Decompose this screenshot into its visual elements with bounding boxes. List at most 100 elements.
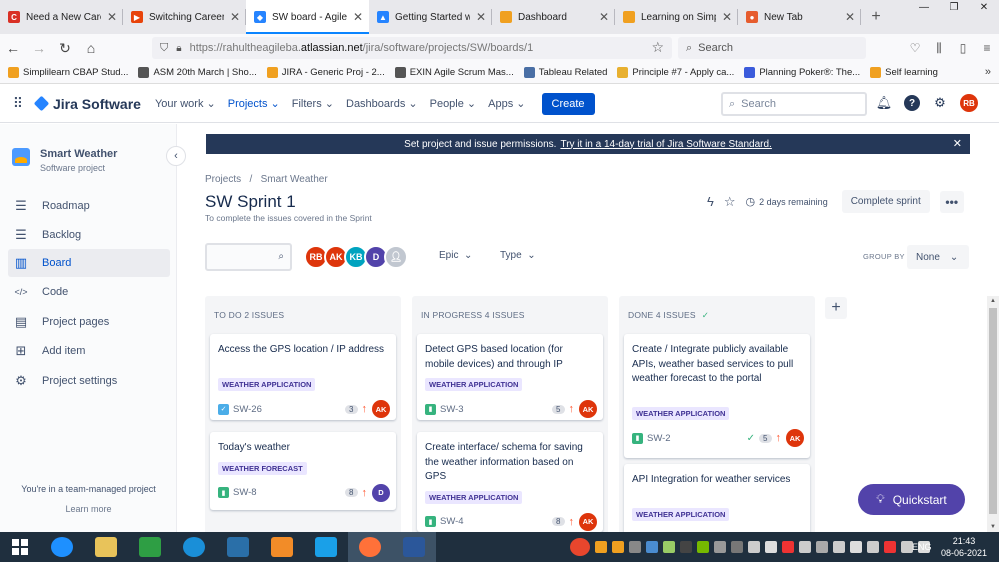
issue-card[interactable]: Create / Integrate publicly available AP… <box>624 334 810 458</box>
menu-icon[interactable]: ≡ <box>975 41 999 55</box>
media-icon[interactable] <box>260 532 304 562</box>
topnav-filters[interactable]: Filters ⌄ <box>292 97 334 110</box>
collapse-sidebar-button[interactable]: ‹ <box>166 146 186 166</box>
learn-more-link[interactable]: Learn more <box>0 504 177 514</box>
bookmark-item[interactable]: Principle #7 - Apply ca... <box>617 67 734 78</box>
windows-start-icon[interactable] <box>0 532 40 562</box>
topnav-projects[interactable]: Projects ⌄ <box>228 97 280 110</box>
back-icon[interactable]: ← <box>0 40 26 56</box>
browser-tab[interactable]: ▶ Switching Career Fro ✕ <box>123 0 246 34</box>
scroll-up-icon[interactable]: ▲ <box>987 298 999 304</box>
tray-icon[interactable] <box>816 541 828 553</box>
shield-icon[interactable]: ⛉ <box>160 42 168 55</box>
sidebar-item-project-settings[interactable]: ⚙ Project settings <box>8 367 170 395</box>
reader-icon[interactable]: ▯ <box>951 41 975 55</box>
tray-icon[interactable] <box>570 538 590 556</box>
home-icon[interactable]: ⌂ <box>78 40 104 56</box>
library-icon[interactable]: ⫼ <box>927 41 951 56</box>
user-avatar[interactable]: RB <box>960 94 978 112</box>
bookmark-item[interactable]: JIRA - Generic Proj - 2... <box>266 67 385 78</box>
browser-tab[interactable]: ▲ Getting Started with / ✕ <box>369 0 492 34</box>
banner-trial-link[interactable]: Try it in a 14-day trial of Jira Softwar… <box>560 139 771 150</box>
jira-search-input[interactable]: ⌕ Search <box>721 92 867 116</box>
issue-card[interactable]: Access the GPS location / IP address WEAT… <box>210 334 396 420</box>
minimize-icon[interactable]: — <box>909 0 939 18</box>
quickstart-button[interactable]: 💡︎ Quickstart <box>858 484 965 515</box>
tab-close-icon[interactable]: ✕ <box>722 10 732 24</box>
restore-icon[interactable]: ❐ <box>939 0 969 18</box>
bookmark-item[interactable]: Planning Poker®: The... <box>744 67 860 78</box>
edge-icon[interactable] <box>172 532 216 562</box>
browser-tab[interactable]: Dashboard ✕ <box>492 0 615 34</box>
assignee-avatar[interactable]: AK <box>579 400 597 418</box>
tray-icon[interactable] <box>629 541 641 553</box>
tab-close-icon[interactable]: ✕ <box>476 10 486 24</box>
sidebar-item-board[interactable]: ▥ Board <box>8 249 170 277</box>
lenovo-icon[interactable] <box>216 532 260 562</box>
sidebar-item-roadmap[interactable]: ☰ Roadmap <box>8 192 170 220</box>
issue-card[interactable]: Detect GPS based location (for mobile de… <box>417 334 603 420</box>
add-column-button[interactable]: + <box>825 297 847 319</box>
assignee-avatar[interactable]: AK <box>372 400 390 418</box>
project-header[interactable]: Smart Weather Software project <box>12 148 117 173</box>
issue-key[interactable]: SW-3 <box>440 404 464 415</box>
help-icon[interactable]: ? <box>904 95 920 111</box>
assignee-avatar[interactable]: D <box>372 483 390 502</box>
issue-key[interactable]: SW-2 <box>647 433 671 444</box>
bookmark-item[interactable]: Simplilearn CBAP Stud... <box>8 67 128 78</box>
close-window-icon[interactable]: ✕ <box>969 0 999 18</box>
reload-icon[interactable]: ↻ <box>52 40 78 57</box>
jira-logo[interactable]: Jira Software <box>33 96 141 112</box>
tray-icon[interactable] <box>731 541 743 553</box>
chat-icon[interactable] <box>304 532 348 562</box>
tray-icon[interactable] <box>680 541 692 553</box>
tray-icon[interactable] <box>595 541 607 553</box>
pocket-icon[interactable]: ♡ <box>903 41 927 55</box>
breadcrumb-projects[interactable]: Projects <box>205 174 241 185</box>
tray-icon[interactable] <box>833 541 845 553</box>
tab-close-icon[interactable]: ✕ <box>599 10 609 24</box>
type-filter-dropdown[interactable]: Type ⌄ <box>500 250 536 261</box>
ie-icon[interactable] <box>40 532 84 562</box>
tab-close-icon[interactable]: ✕ <box>107 10 117 24</box>
assignee-avatar[interactable]: AK <box>786 429 804 447</box>
board-search-input[interactable]: ⌕ <box>205 243 292 271</box>
tray-icon[interactable] <box>782 541 794 553</box>
automation-bolt-icon[interactable]: ϟ <box>707 194 714 209</box>
epic-filter-dropdown[interactable]: Epic ⌄ <box>439 250 472 261</box>
assignee-avatar[interactable]: AK <box>579 512 597 531</box>
browser-tab[interactable]: C Need a New Career- ✕ <box>0 0 123 34</box>
notifications-icon[interactable]: 🔔︎ <box>876 95 893 111</box>
firefox-icon[interactable] <box>348 532 392 562</box>
close-banner-icon[interactable]: ✕ <box>953 137 962 150</box>
system-clock[interactable]: 21:43 08-06-2021 <box>941 535 987 559</box>
store-icon[interactable] <box>128 532 172 562</box>
star-icon[interactable]: ☆ <box>724 194 736 210</box>
new-tab-icon[interactable]: + <box>861 0 891 34</box>
sidebar-item-add-item[interactable]: ⊞ Add item <box>8 337 170 365</box>
tab-close-icon[interactable]: ✕ <box>353 10 363 24</box>
tray-icon[interactable] <box>765 541 777 553</box>
issue-key[interactable]: SW-4 <box>440 516 464 527</box>
bookmark-item[interactable]: Tableau Related <box>523 67 607 78</box>
issue-card[interactable]: API Integration for weather services WEAT… <box>624 464 810 536</box>
file-explorer-icon[interactable] <box>84 532 128 562</box>
forward-icon[interactable]: → <box>26 40 52 56</box>
sidebar-item-backlog[interactable]: ☰ Backlog <box>8 221 170 249</box>
address-bar[interactable]: ⛉ 🔒︎ https://rahultheagileba.atlassian.n… <box>152 37 672 59</box>
topnav-apps[interactable]: Apps ⌄ <box>488 97 525 110</box>
tray-icon[interactable] <box>612 541 624 553</box>
topnav-people[interactable]: People ⌄ <box>430 97 477 110</box>
scroll-down-icon[interactable]: ▼ <box>987 524 999 530</box>
topnav-dashboards[interactable]: Dashboards ⌄ <box>346 97 418 110</box>
tray-icon[interactable] <box>697 541 709 553</box>
breadcrumb-project[interactable]: Smart Weather <box>261 174 328 185</box>
bookmark-item[interactable]: ASM 20th March | Sho... <box>138 67 257 78</box>
add-people-icon[interactable]: 👤︎ <box>384 245 408 269</box>
more-bookmarks-icon[interactable]: » <box>985 66 991 78</box>
lock-icon[interactable]: 🔒︎ <box>176 43 181 54</box>
issue-card[interactable]: Today's weather WEATHER FORECAST ▮ SW-8 8 ↑ D <box>210 432 396 510</box>
bookmark-item[interactable]: Self learning <box>870 67 938 78</box>
tray-icon[interactable] <box>748 541 760 553</box>
tray-icon[interactable] <box>714 541 726 553</box>
